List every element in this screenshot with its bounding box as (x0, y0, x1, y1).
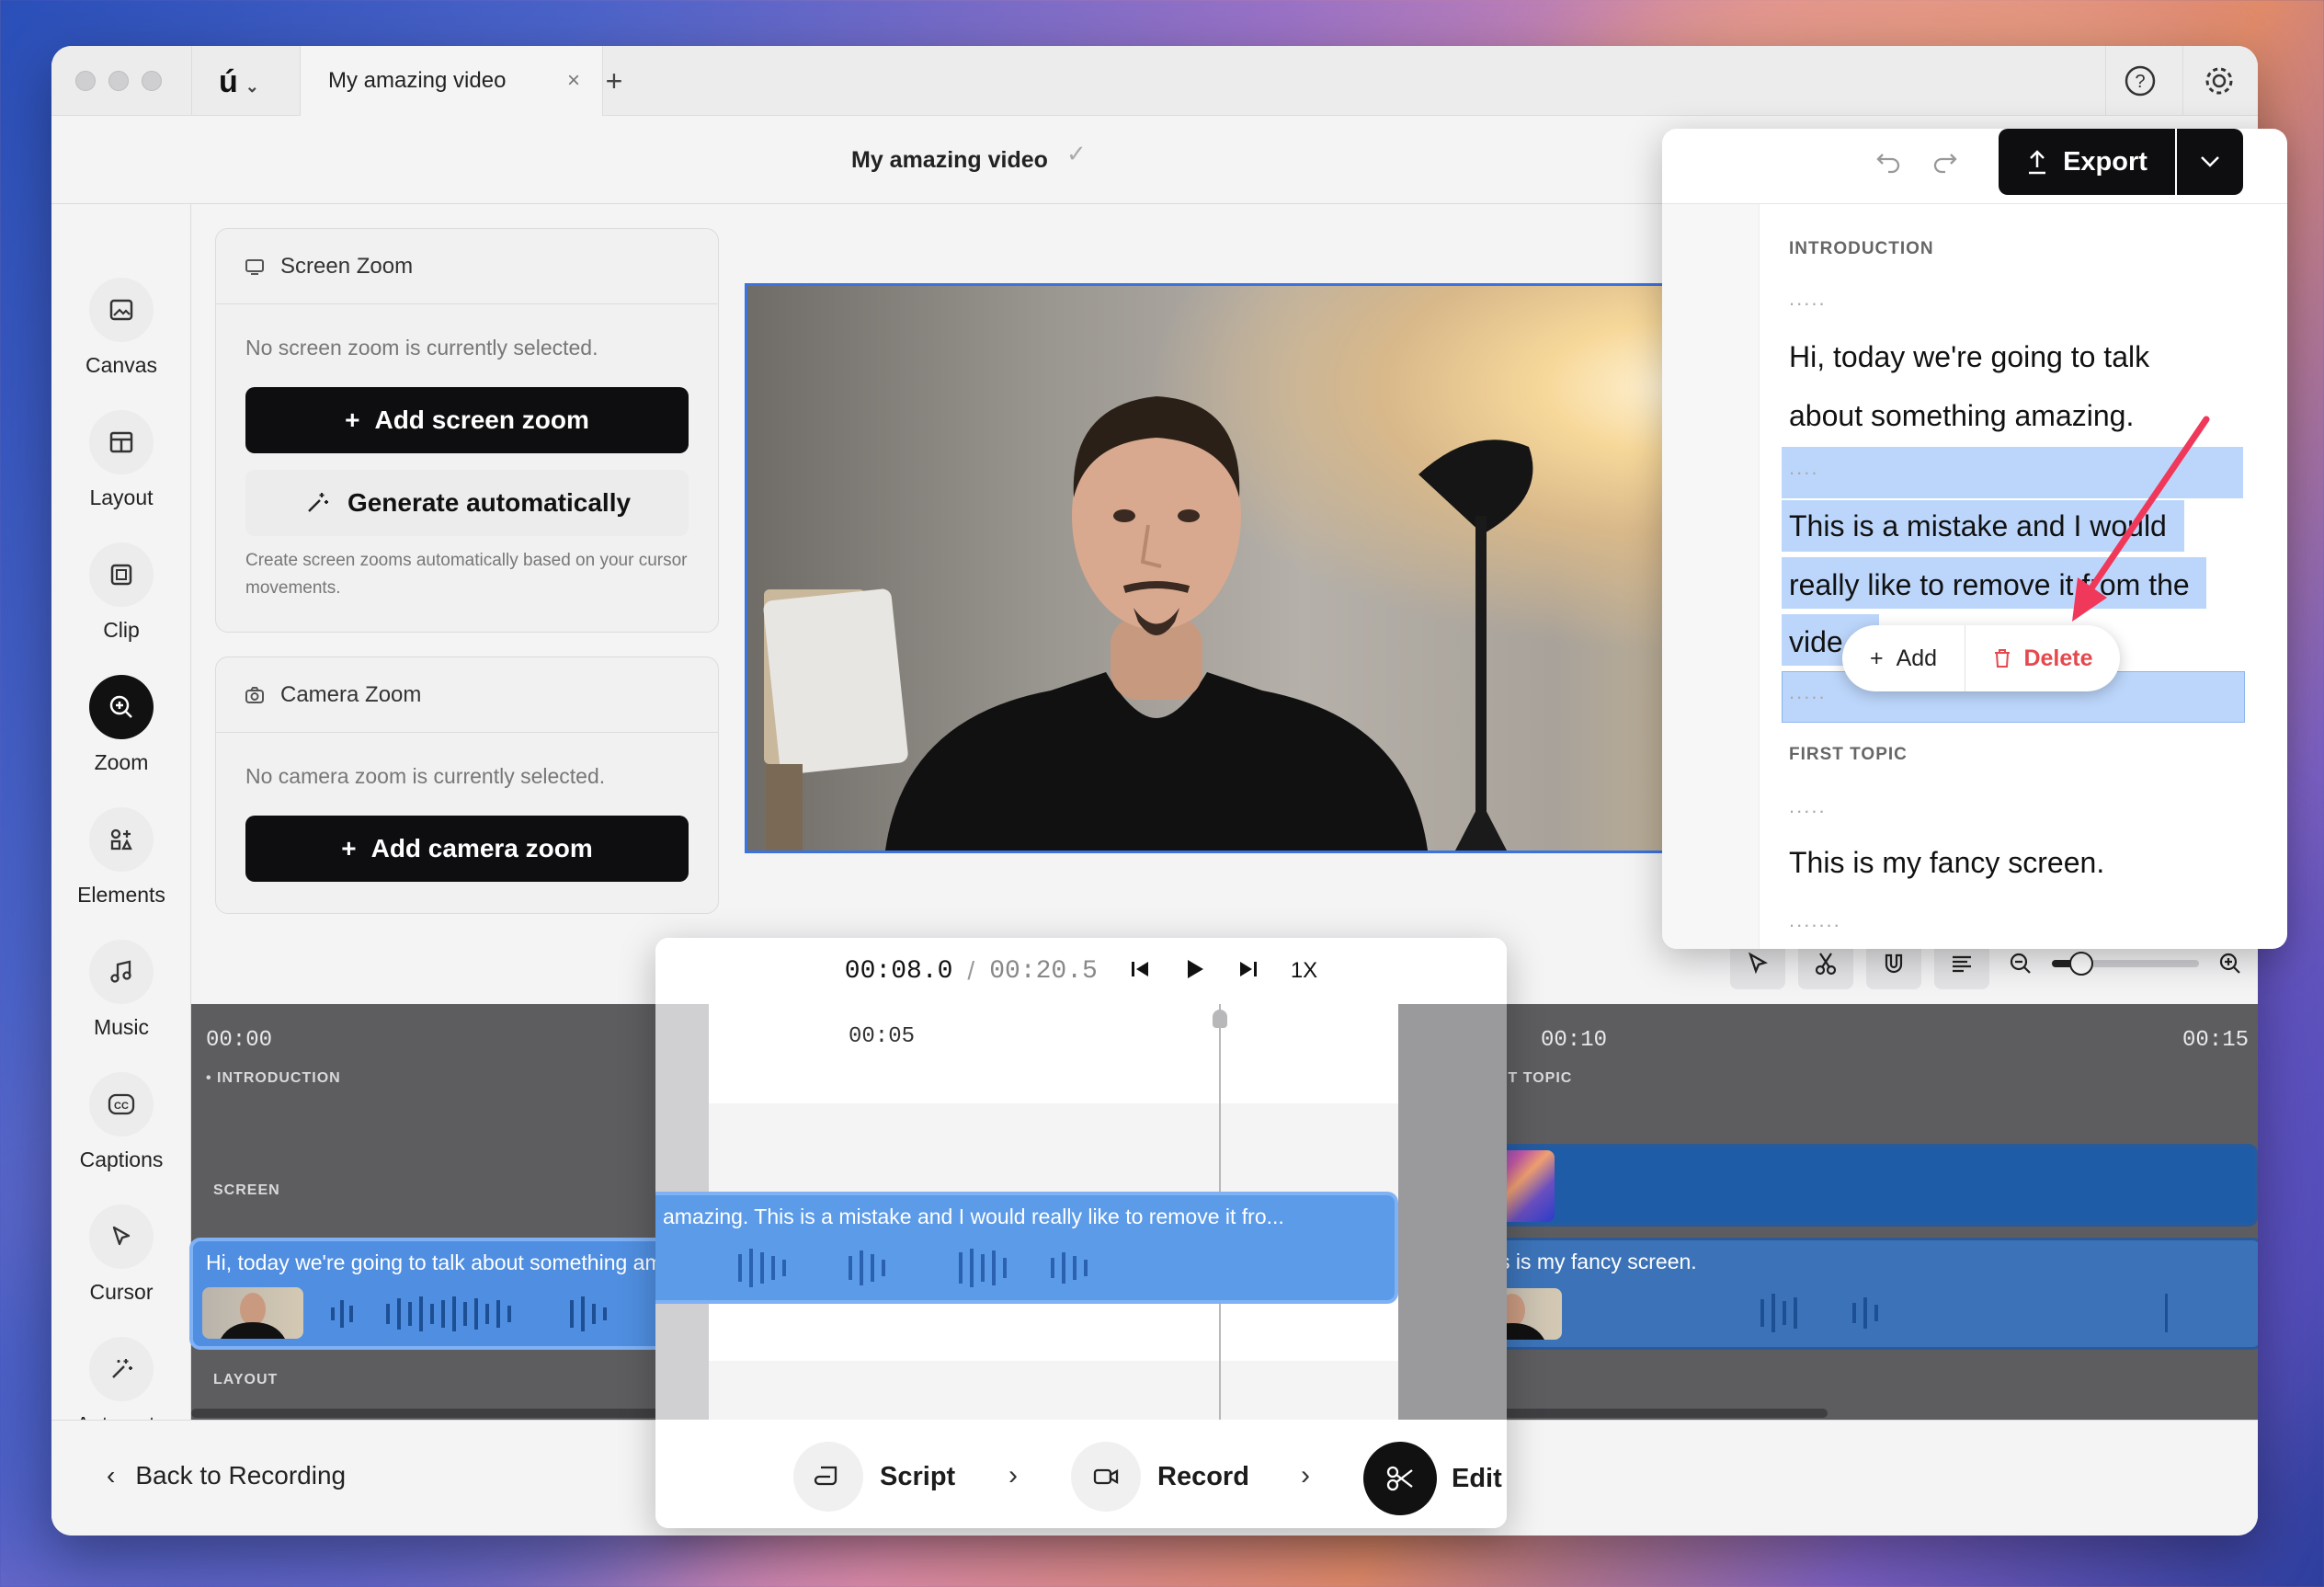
tick-label: 00:05 (849, 1024, 916, 1049)
zoom-icon (89, 675, 154, 739)
wand-icon (308, 493, 328, 512)
clip-caption-focus: amazing. This is a mistake and I would r… (663, 1205, 1284, 1228)
svg-text:?: ? (2135, 72, 2145, 92)
document-title[interactable]: My amazing video (851, 147, 1048, 174)
step-record[interactable]: Record (1071, 1442, 1249, 1512)
sidebar-item-cursor[interactable]: Cursor (51, 1205, 191, 1305)
camera-zoom-empty-text: No camera zoom is currently selected. (245, 764, 606, 788)
camera-zoom-title: Camera Zoom (280, 681, 422, 707)
audio-waveform (1760, 1294, 2168, 1332)
sidebar-item-label: Layout (89, 485, 154, 509)
cursor-icon (89, 1205, 154, 1269)
spotlight-region: 00:08.0 / 00:20.5 1X 00:05 amazing. This… (655, 938, 1507, 1528)
script-icon (793, 1442, 863, 1512)
step-navigation: Script › Record › Edit (655, 1420, 1507, 1528)
camera-icon (1071, 1442, 1141, 1512)
chevron-right-icon: › (1301, 1460, 1310, 1490)
marker-introduction[interactable]: • INTRODUCTION (206, 1070, 341, 1087)
sidebar-item-canvas[interactable]: Canvas (51, 278, 191, 378)
gear-icon[interactable] (2199, 61, 2239, 101)
sidebar-item-label: Canvas (85, 353, 157, 377)
clip-icon (89, 542, 154, 607)
app-logo-menu[interactable]: ú ⌄ (219, 64, 259, 100)
title-bar: ú ⌄ My amazing video × + ? (51, 46, 2258, 116)
tick-label: 00:00 (206, 1028, 273, 1053)
skip-forward-icon[interactable] (1237, 958, 1259, 985)
screen-zoom-panel: Screen Zoom No screen zoom is currently … (215, 228, 719, 633)
total-time: 00:20.5 (989, 956, 1098, 986)
video-preview[interactable] (745, 283, 1760, 853)
generate-automatically-button[interactable]: Generate automatically (245, 470, 689, 536)
zoom-in-icon[interactable] (2212, 943, 2249, 984)
chevron-right-icon: › (1008, 1460, 1018, 1490)
playback-speed[interactable]: 1X (1291, 958, 1317, 984)
layout-icon (89, 410, 154, 474)
track-label-screen: SCREEN (213, 1182, 280, 1198)
sidebar-item-captions[interactable]: CC Captions (51, 1072, 191, 1172)
sidebar-item-label: Captions (79, 1147, 164, 1171)
sidebar-item-label: Clip (103, 618, 140, 642)
track-label-layout: LAYOUT (213, 1372, 279, 1387)
saved-check-icon: ✓ (1066, 140, 1087, 167)
tick-label: 00:10 (1541, 1028, 1608, 1053)
screen-zoom-empty-text: No screen zoom is currently selected. (245, 336, 598, 360)
step-edit[interactable]: Edit (1363, 1442, 1502, 1515)
sidebar-item-elements[interactable]: Elements (51, 807, 191, 908)
new-tab-button[interactable]: + (596, 63, 632, 99)
image-icon (89, 278, 154, 342)
plus-icon: + (341, 834, 357, 862)
close-tab-icon[interactable]: × (567, 68, 580, 94)
screen-zoom-help-text: Create screen zooms automatically based … (245, 551, 688, 598)
zoom-out-icon[interactable] (2002, 943, 2039, 984)
annotation-arrow (2072, 416, 2210, 622)
sidebar-item-label: Elements (77, 883, 165, 907)
sidebar-item-layout[interactable]: Layout (51, 410, 191, 510)
camera-icon (245, 686, 264, 703)
tab-title: My amazing video (328, 68, 507, 93)
camera-zoom-panel: Camera Zoom No camera zoom is currently … (215, 656, 719, 914)
playback-bar: 00:08.0 / 00:20.5 1X (655, 938, 1507, 1004)
sidebar: Canvas Layout Clip Zoom Elements Music C… (51, 204, 191, 1436)
add-screen-zoom-button[interactable]: + Add screen zoom (245, 387, 689, 453)
add-camera-zoom-button[interactable]: + Add camera zoom (245, 816, 689, 882)
sidebar-item-clip[interactable]: Clip (51, 542, 191, 643)
scissors-icon (1363, 1442, 1437, 1515)
sidebar-item-zoom[interactable]: Zoom (51, 675, 191, 775)
clip-thumbnail (202, 1287, 303, 1339)
sidebar-item-label: Cursor (89, 1280, 154, 1304)
captions-icon: CC (89, 1072, 154, 1136)
music-icon (89, 940, 154, 1004)
skip-back-icon[interactable] (1129, 958, 1151, 985)
current-time: 00:08.0 (844, 956, 953, 986)
sidebar-item-label: Zoom (94, 750, 149, 774)
selected-clip-focus[interactable]: amazing. This is a mistake and I would r… (655, 1192, 1398, 1304)
script-panel: Export INTRODUCTION ..... Hi, today we'r… (1662, 129, 2287, 949)
camera-clip[interactable]: This is my fancy screen. (1454, 1238, 2258, 1350)
window-controls[interactable] (75, 71, 162, 91)
timeline-zoom-slider[interactable] (2052, 952, 2199, 976)
svg-text:CC: CC (114, 1101, 129, 1112)
chevron-left-icon: ‹ (107, 1461, 116, 1490)
screen-clip[interactable] (1452, 1144, 2258, 1227)
screen-zoom-title: Screen Zoom (280, 253, 414, 279)
tab-my-amazing-video[interactable]: My amazing video × (300, 46, 603, 116)
wand-icon (89, 1337, 154, 1401)
plus-icon: + (345, 405, 360, 434)
play-icon[interactable] (1182, 957, 1206, 986)
sidebar-item-label: Music (93, 1015, 150, 1039)
video-frame-illustration (763, 396, 1533, 851)
step-script[interactable]: Script (793, 1442, 955, 1512)
help-icon[interactable]: ? (2120, 61, 2160, 101)
back-to-recording-button[interactable]: ‹ Back to Recording (107, 1461, 346, 1490)
sidebar-item-music[interactable]: Music (51, 940, 191, 1040)
time-separator: / (967, 956, 975, 985)
screen-icon (245, 258, 264, 275)
tick-label: 00:15 (2182, 1028, 2250, 1053)
elements-icon (89, 807, 154, 872)
